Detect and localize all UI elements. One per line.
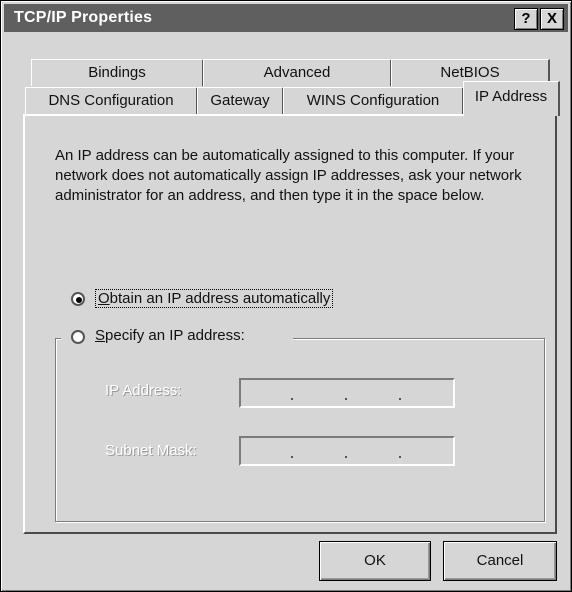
tab-advanced[interactable]: Advanced <box>203 59 392 86</box>
octet-separator <box>399 398 401 400</box>
ip-address-field[interactable] <box>239 378 455 408</box>
subnet-mask-label: Subnet Mask: <box>105 442 197 459</box>
tab-gateway[interactable]: Gateway <box>197 87 284 114</box>
ip-address-label: IP Address: <box>105 382 182 399</box>
octet-separator <box>345 456 347 458</box>
specify-ip-groupbox <box>55 338 545 522</box>
specify-ip-radio[interactable] <box>71 330 85 344</box>
description-text: An IP address can be automatically assig… <box>55 147 522 204</box>
tab-bindings[interactable]: Bindings <box>31 59 204 86</box>
octet-separator <box>291 456 293 458</box>
radio-selected-dot <box>76 297 82 303</box>
help-button[interactable]: ? <box>514 8 538 30</box>
title-bar[interactable]: TCP/IP Properties ? X <box>4 4 568 32</box>
octet-separator <box>345 398 347 400</box>
close-button[interactable]: X <box>540 8 564 30</box>
tab-wins-configuration[interactable]: WINS Configuration <box>283 87 464 114</box>
window-title: TCP/IP Properties <box>14 9 153 26</box>
tab-dns-configuration[interactable]: DNS Configuration <box>25 87 198 114</box>
obtain-ip-auto-label[interactable]: Obtain an IP address automatically <box>95 289 334 308</box>
tab-ip-address[interactable]: IP Address <box>463 81 560 116</box>
ip-address-panel: An IP address can be automatically assig… <box>23 114 557 534</box>
subnet-mask-field[interactable] <box>239 436 455 466</box>
specify-ip-label[interactable]: Specify an IP address: <box>95 327 245 344</box>
obtain-ip-auto-radio[interactable] <box>71 292 85 306</box>
tcpip-properties-dialog: TCP/IP Properties ? X Bindings Advanced … <box>0 0 572 592</box>
octet-separator <box>399 456 401 458</box>
cancel-button[interactable]: Cancel <box>443 541 557 581</box>
ok-button[interactable]: OK <box>319 541 431 581</box>
octet-separator <box>291 398 293 400</box>
